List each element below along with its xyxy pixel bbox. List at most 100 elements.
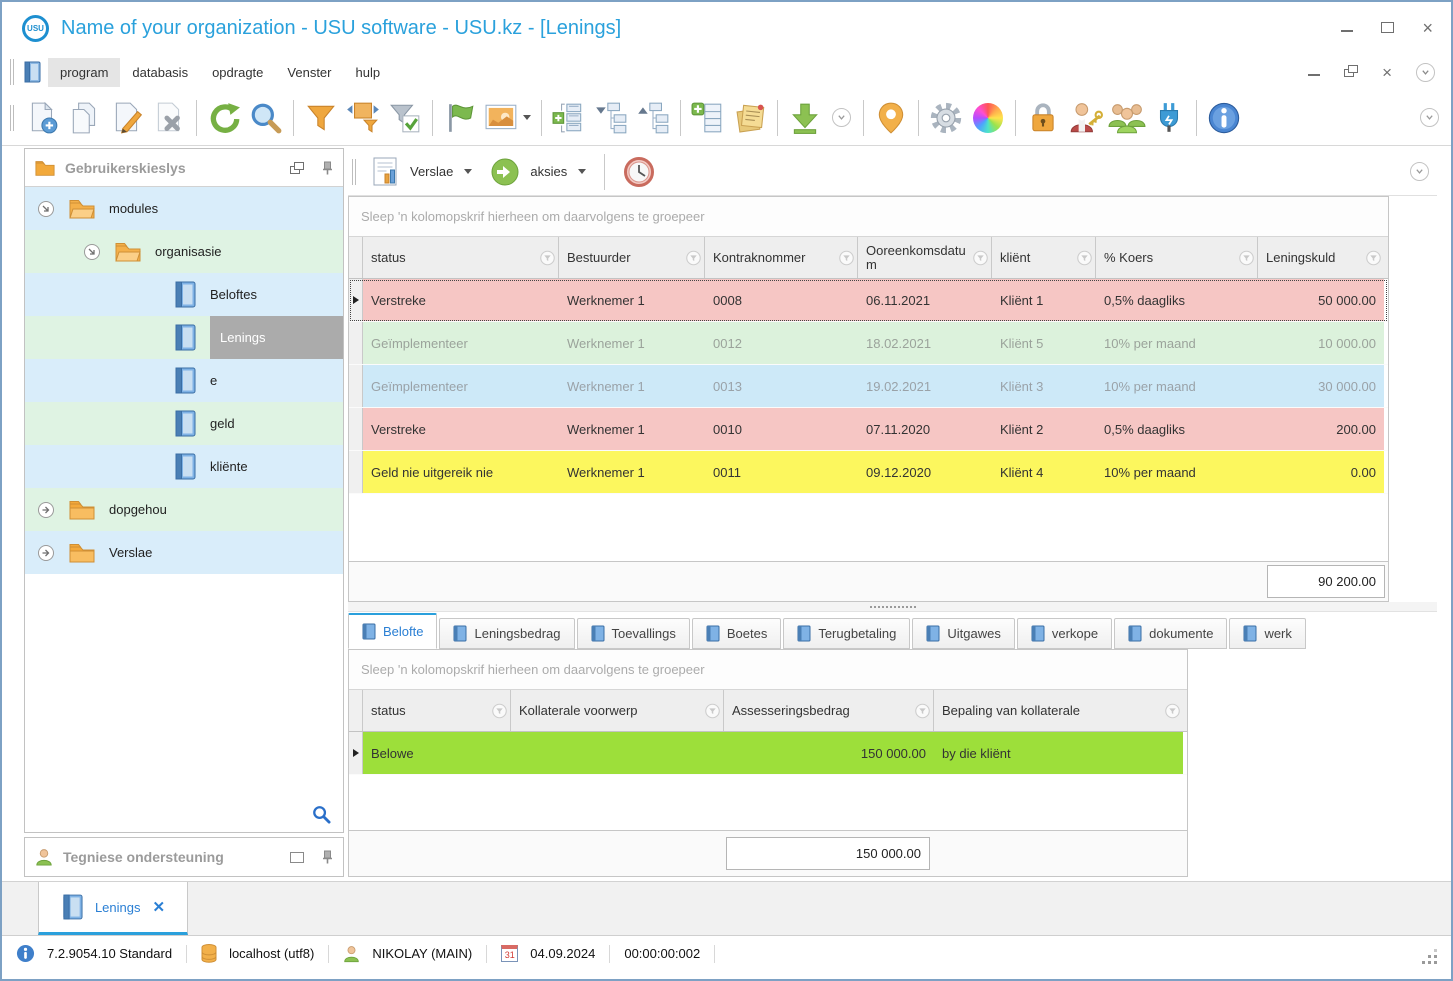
collapse-arrow-icon[interactable] (37, 200, 55, 218)
tab-uitgawes[interactable]: Uitgawes (912, 618, 1015, 649)
plugin-icon[interactable] (1148, 95, 1190, 141)
column-header-klient[interactable]: kliënt (992, 237, 1096, 278)
user-groups-icon[interactable] (1106, 95, 1148, 141)
child-close-icon[interactable]: × (1382, 64, 1392, 81)
loan-row[interactable]: Geïmplementeer Werknemer 1 0012 18.02.20… (349, 322, 1388, 365)
image-picker-icon[interactable] (481, 95, 535, 141)
pin-icon[interactable] (322, 850, 333, 864)
menubar-drag-handle[interactable] (10, 59, 14, 85)
new-document-icon[interactable] (22, 95, 64, 141)
tree-item-lenings[interactable]: Lenings (25, 316, 343, 359)
tree-item-modules[interactable]: modules (25, 187, 343, 230)
filter-funnel-icon[interactable] (1165, 703, 1180, 718)
filter-funnel-icon[interactable] (540, 250, 555, 265)
filter-funnel-icon[interactable] (1366, 250, 1381, 265)
loans-group-by-bar[interactable]: Sleep 'n kolomopskrif hierheen om daarvo… (349, 197, 1388, 237)
column-header-assesseringsbedrag[interactable]: Assesseringsbedrag (724, 690, 934, 731)
column-header-leningskuld[interactable]: Leningskuld (1258, 237, 1384, 278)
child-restore-icon[interactable] (1344, 64, 1359, 80)
user-permissions-icon[interactable] (1064, 95, 1106, 141)
aksies-dropdown-icon[interactable] (578, 169, 587, 174)
minimize-icon[interactable] (1341, 21, 1354, 36)
filter-funnel-icon[interactable] (915, 703, 930, 718)
timer-clock-icon[interactable] (623, 156, 655, 188)
refresh-icon[interactable] (203, 95, 245, 141)
toolbar-overflow-icon-2[interactable] (1420, 108, 1439, 127)
document-tab-lenings[interactable]: Lenings ✕ (38, 882, 188, 935)
expand-arrow-icon[interactable] (37, 544, 55, 562)
collateral-group-by-bar[interactable]: Sleep 'n kolomopskrif hierheen om daarvo… (349, 650, 1187, 690)
tab-toevallings[interactable]: Toevallings (576, 618, 690, 649)
expand-rows-icon[interactable] (548, 95, 590, 141)
content-toolbar-overflow-icon[interactable] (1410, 162, 1429, 181)
loan-row[interactable]: Geld nie uitgereik nie Werknemer 1 0011 … (349, 451, 1388, 494)
filter-funnel-icon[interactable] (686, 250, 701, 265)
horizontal-splitter[interactable] (348, 602, 1437, 612)
delete-document-icon[interactable] (148, 95, 190, 141)
filter-apply-icon[interactable] (384, 95, 426, 141)
verslae-dropdown-icon[interactable] (464, 169, 473, 174)
filter-by-range-icon[interactable] (342, 95, 384, 141)
tree-collapse-icon[interactable] (590, 95, 632, 141)
tree-item-geld[interactable]: geld (25, 402, 343, 445)
tree-item-verslae[interactable]: Verslae (25, 531, 343, 574)
tree-item-kliente[interactable]: kliënte (25, 445, 343, 488)
menubar-overflow-icon[interactable] (1416, 62, 1435, 82)
filter-funnel-icon[interactable] (705, 703, 720, 718)
tree-expand-icon[interactable] (632, 95, 674, 141)
filter-funnel-icon[interactable] (1239, 250, 1254, 265)
info-icon[interactable] (1203, 95, 1245, 141)
tree-item-beloftes[interactable]: Beloftes (25, 273, 343, 316)
resize-grip[interactable] (1428, 955, 1431, 958)
toolbar-drag-handle[interactable] (10, 104, 14, 131)
tree-item-e[interactable]: e (25, 359, 343, 402)
menu-item-venster[interactable]: Venster (275, 58, 343, 87)
menu-item-databasis[interactable]: databasis (120, 58, 200, 87)
aksies-button[interactable]: aksies (530, 164, 567, 179)
tab-belofte[interactable]: Belofte (348, 613, 438, 649)
filter-funnel-icon[interactable] (839, 250, 854, 265)
close-tab-icon[interactable]: ✕ (152, 898, 165, 916)
flag-icon[interactable] (439, 95, 481, 141)
filter-funnel-icon[interactable] (492, 703, 507, 718)
tree-search-icon[interactable] (312, 805, 331, 824)
expand-arrow-icon[interactable] (37, 501, 55, 519)
filter-icon[interactable] (300, 95, 342, 141)
aksies-icon[interactable] (490, 157, 520, 187)
tab-boetes[interactable]: Boetes (691, 618, 782, 649)
menu-item-hulp[interactable]: hulp (344, 58, 393, 87)
loan-row[interactable]: Verstreke Werknemer 1 0010 07.11.2020 Kl… (349, 408, 1388, 451)
column-header-status[interactable]: status (363, 237, 559, 278)
export-icon[interactable] (784, 95, 826, 141)
filter-funnel-icon[interactable] (973, 250, 988, 265)
settings-gear-icon[interactable] (925, 95, 967, 141)
toolbar-overflow-icon-1[interactable] (832, 108, 851, 127)
panel-restore-icon[interactable] (290, 161, 304, 174)
notes-icon[interactable] (729, 95, 771, 141)
close-icon[interactable]: × (1422, 19, 1433, 37)
copy-document-icon[interactable] (64, 95, 106, 141)
panel-restore-icon[interactable] (290, 851, 304, 863)
tab-werk[interactable]: werk (1229, 618, 1306, 649)
content-toolbar-drag-handle[interactable] (352, 158, 356, 185)
verslae-button[interactable]: Verslae (410, 164, 453, 179)
column-header-bepaling-van-kollaterale[interactable]: Bepaling van kollaterale (934, 690, 1183, 731)
column-header-kollaterale-voorwerp[interactable]: Kollaterale voorwerp (511, 690, 724, 731)
menu-item-opdragte[interactable]: opdragte (200, 58, 275, 87)
edit-document-icon[interactable] (106, 95, 148, 141)
tree-item-organisasie[interactable]: organisasie (25, 230, 343, 273)
loan-row[interactable]: Verstreke Werknemer 1 0008 06.11.2021 Kl… (349, 279, 1388, 322)
lock-icon[interactable] (1022, 95, 1064, 141)
column-header-koers[interactable]: % Koers (1096, 237, 1258, 278)
column-header-bestuurder[interactable]: Bestuurder (559, 237, 705, 278)
column-header-ooreenkomsdatum[interactable]: Ooreenkomsdatum (858, 237, 992, 278)
loan-row[interactable]: Geïmplementeer Werknemer 1 0013 19.02.20… (349, 365, 1388, 408)
maximize-icon[interactable] (1381, 21, 1395, 36)
tab-leningsbedrag[interactable]: Leningsbedrag (439, 618, 575, 649)
menu-item-program[interactable]: program (48, 57, 121, 87)
report-icon[interactable] (372, 157, 400, 187)
child-minimize-icon[interactable] (1308, 65, 1321, 80)
search-icon[interactable] (245, 95, 287, 141)
column-header-kontraknommer[interactable]: Kontraknommer (705, 237, 858, 278)
tab-dokumente[interactable]: dokumente (1114, 618, 1228, 649)
